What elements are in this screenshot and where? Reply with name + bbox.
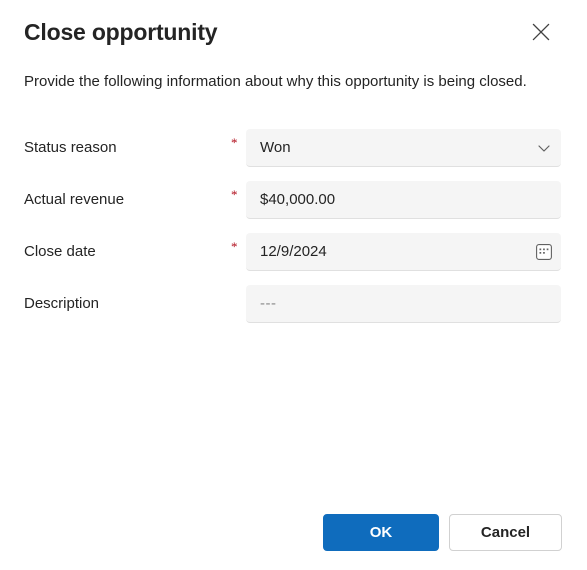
- field-row-actual-revenue: Actual revenue * $40,000.00: [0, 181, 587, 233]
- field-row-description: Description ---: [0, 285, 587, 337]
- cancel-button[interactable]: Cancel: [449, 514, 562, 551]
- required-marker-status-reason: *: [231, 135, 238, 150]
- label-actual-revenue: Actual revenue: [24, 191, 125, 208]
- close-date-input[interactable]: 12/9/2024: [246, 233, 561, 271]
- field-row-close-date: Close date * 12/9/2024: [0, 233, 587, 285]
- actual-revenue-value: $40,000.00: [260, 190, 336, 208]
- status-reason-value: Won: [260, 138, 291, 156]
- description-input[interactable]: ---: [246, 285, 561, 323]
- close-icon: [532, 23, 550, 41]
- chevron-down-icon[interactable]: [527, 130, 561, 166]
- calendar-icon[interactable]: [527, 234, 561, 270]
- dialog-header: Close opportunity: [24, 16, 567, 56]
- dialog-footer: OK Cancel: [0, 514, 587, 554]
- label-description: Description: [24, 295, 100, 312]
- close-date-value: 12/9/2024: [260, 242, 327, 260]
- label-status-reason: Status reason: [24, 139, 117, 156]
- actual-revenue-input[interactable]: $40,000.00: [246, 181, 561, 219]
- label-close-date: Close date: [24, 243, 96, 260]
- page-title: Close opportunity: [24, 19, 218, 45]
- status-reason-dropdown[interactable]: Won: [246, 129, 561, 167]
- dialog-description: Provide the following information about …: [24, 73, 527, 90]
- close-opportunity-form: Status reason * Won Actual revenue * $40…: [0, 129, 587, 337]
- ok-button[interactable]: OK: [323, 514, 439, 551]
- required-marker-close-date: *: [231, 239, 238, 254]
- description-value: ---: [260, 294, 277, 312]
- field-row-status-reason: Status reason * Won: [0, 129, 587, 181]
- close-dialog-button[interactable]: [525, 16, 557, 48]
- close-opportunity-dialog: Close opportunity Provide the following …: [0, 0, 587, 570]
- required-marker-actual-revenue: *: [231, 187, 238, 202]
